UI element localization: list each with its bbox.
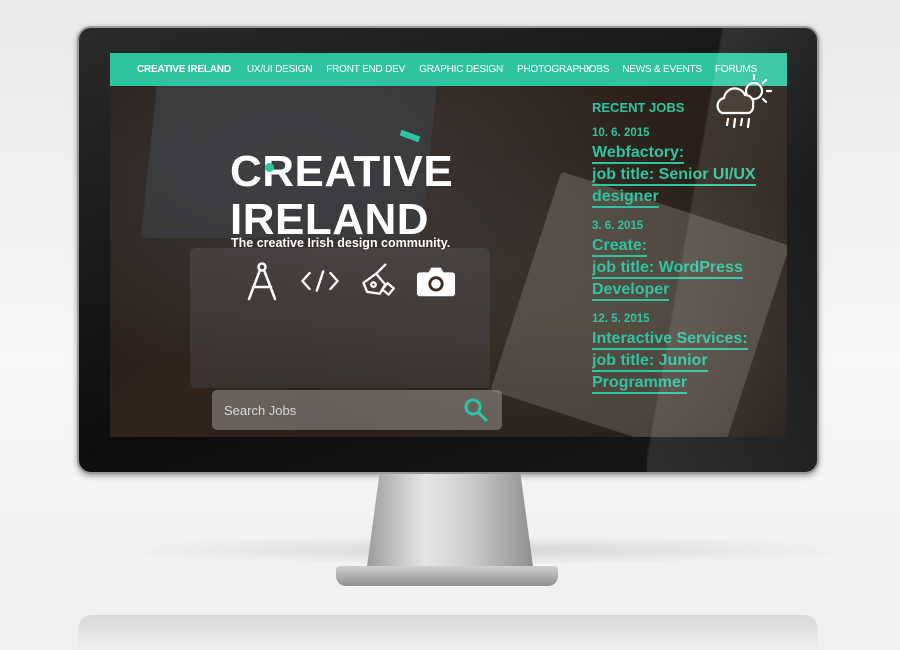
nav-ux-ui-design[interactable]: UX/UI DESIGN: [247, 64, 313, 75]
site-tagline: The creative Irish design community.: [231, 236, 451, 250]
screen: CREATIVE IRELAND UX/UI DESIGN FRONT END …: [110, 53, 787, 437]
job-date: 12. 5. 2015: [592, 313, 650, 325]
monitor-bezel: CREATIVE IRELAND UX/UI DESIGN FRONT END …: [77, 26, 819, 474]
logo-accent-dot: [265, 163, 274, 172]
job-link[interactable]: Webfactory: job title: Senior UI/UX desi…: [592, 142, 782, 208]
job-item: 3. 6. 2015 Create: job title: WordPress …: [592, 220, 782, 301]
site-logo: CREATIVE IRELAND: [230, 148, 453, 244]
nav-graphic-design[interactable]: GRAPHIC DESIGN: [419, 64, 503, 75]
job-line: Programmer: [592, 374, 688, 394]
job-line: job title: WordPress: [592, 259, 743, 279]
job-item: 12. 5. 2015 Interactive Services: job ti…: [592, 313, 782, 394]
nav-front-end-dev[interactable]: FRONT END DEV: [326, 64, 405, 75]
nav-news-events[interactable]: NEWS & EVENTS: [622, 64, 702, 75]
job-link[interactable]: Create: job title: WordPress Developer: [592, 235, 782, 301]
job-search-bar: [212, 390, 502, 430]
recent-jobs-heading: RECENT JOBS: [592, 100, 685, 115]
logo-line-1: CREATIVE: [230, 147, 454, 196]
monitor-stand-base: [336, 566, 558, 586]
category-icons: [242, 261, 456, 301]
job-line: job title: Senior UI/UX: [592, 166, 756, 186]
top-navbar: CREATIVE IRELAND UX/UI DESIGN FRONT END …: [110, 53, 787, 86]
nav-brand[interactable]: CREATIVE IRELAND: [137, 64, 231, 75]
job-line: Interactive Services:: [592, 330, 748, 350]
search-icon[interactable]: [462, 396, 490, 424]
recent-jobs-panel: RECENT JOBS 10. 6. 2015 Webfactory: job …: [592, 100, 782, 406]
search-jobs-input[interactable]: [224, 402, 462, 418]
job-date: 3. 6. 2015: [592, 220, 644, 232]
job-line: Create:: [592, 237, 648, 257]
pen-tool-icon[interactable]: [358, 261, 398, 301]
job-date: 10. 6. 2015: [592, 127, 650, 139]
monitor-stand-neck: [366, 474, 534, 574]
code-icon[interactable]: [300, 261, 340, 301]
nav-jobs[interactable]: JOBS: [584, 64, 610, 75]
job-line: designer: [592, 188, 659, 208]
job-line: Developer: [592, 281, 670, 301]
job-link[interactable]: Interactive Services: job title: Junior …: [592, 328, 782, 394]
job-line: Webfactory:: [592, 144, 685, 164]
camera-icon[interactable]: [416, 261, 456, 301]
compass-icon[interactable]: [242, 261, 282, 301]
job-line: job title: Junior: [592, 352, 708, 372]
monitor-reflection: [78, 615, 818, 650]
job-item: 10. 6. 2015 Webfactory: job title: Senio…: [592, 127, 782, 208]
